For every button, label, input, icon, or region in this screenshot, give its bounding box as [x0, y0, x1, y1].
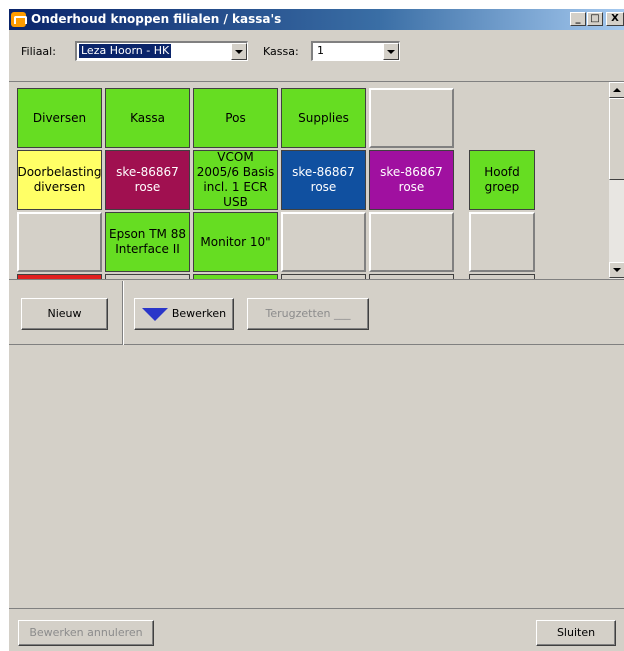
edit-button-label: Bewerken — [171, 307, 227, 320]
grid-button-label: ske-86867 rose — [292, 165, 355, 194]
grid-button[interactable] — [281, 274, 366, 279]
filiaal-label: Filiaal: — [21, 45, 56, 58]
grid-button[interactable] — [17, 212, 102, 272]
chevron-down-icon[interactable] — [231, 43, 247, 60]
kassa-label: Kassa: — [263, 45, 299, 58]
new-button[interactable]: Nieuw — [21, 298, 108, 330]
close-dialog-button[interactable]: Sluiten — [536, 620, 616, 646]
grid-button[interactable]: ske-86867 rose — [105, 150, 190, 210]
scroll-up-icon[interactable] — [609, 82, 624, 98]
detail-panel — [9, 346, 624, 608]
toolbar: Nieuw Bewerken Terugzetten ___ — [9, 281, 624, 345]
reset-button[interactable]: Terugzetten ___ — [247, 298, 369, 330]
grid-button-label: Pos — [225, 110, 246, 125]
grid-button-label: Kassa — [130, 110, 165, 125]
scroll-down-icon[interactable] — [609, 262, 624, 278]
close-button[interactable]: X — [606, 12, 624, 26]
grid-button[interactable]: ske-86867 rose — [369, 150, 454, 210]
grid-button[interactable] — [469, 274, 535, 279]
grid-button[interactable] — [281, 212, 366, 272]
triangle-down-icon — [141, 307, 168, 321]
button-grid-area: Diversen Kassa Pos Supplies Doorbelasting di… — [9, 82, 624, 280]
minimize-button[interactable]: _ — [570, 12, 586, 26]
grid-button[interactable]: ske-86867 rose — [281, 150, 366, 210]
grid-button[interactable] — [193, 274, 278, 279]
window-title: Onderhoud knoppen filialen / kassa's — [31, 12, 282, 26]
grid-button[interactable]: Monitor 10" — [193, 212, 278, 272]
grid-button-label: Hoofd groep — [484, 165, 520, 194]
grid-button[interactable]: VCOM 2005/6 Basis incl. 1 ECR USB — [193, 150, 278, 210]
grid-button-label: ske-86867 rose — [116, 165, 179, 194]
grid-button[interactable] — [369, 212, 454, 272]
footer-bar: Bewerken annuleren Sluiten — [9, 608, 624, 651]
grid-button[interactable]: Hoofd groep — [469, 150, 535, 210]
grid-button[interactable]: Supplies — [281, 88, 366, 148]
grid-button[interactable]: Doorbelasting diversen — [17, 150, 102, 210]
filiaal-value: Leza Hoorn - HK — [77, 43, 173, 59]
cancel-edit-button[interactable]: Bewerken annuleren — [18, 620, 154, 646]
grid-button-label: Doorbelasting diversen — [17, 165, 102, 194]
vertical-scrollbar[interactable] — [609, 82, 624, 279]
grid-button[interactable]: Epson TM 88 Interface II — [105, 212, 190, 272]
button-grid: Diversen Kassa Pos Supplies Doorbelasting di… — [9, 82, 609, 279]
grid-button-label: Supplies — [298, 110, 349, 125]
edit-button[interactable]: Bewerken — [134, 298, 234, 330]
kassa-value: 1 — [317, 44, 324, 57]
grid-button[interactable] — [369, 88, 454, 148]
grid-button[interactable] — [17, 274, 102, 279]
filiaal-select[interactable]: Leza Hoorn - HK — [75, 41, 248, 61]
app-icon — [11, 12, 27, 27]
grid-button[interactable]: Diversen — [17, 88, 102, 148]
grid-button[interactable] — [369, 274, 454, 279]
filter-bar: Filiaal: Leza Hoorn - HK Kassa: 1 — [9, 30, 624, 82]
grid-button-label: Monitor 10" — [200, 234, 271, 249]
grid-button-label: Epson TM 88 Interface II — [109, 227, 186, 256]
toolbar-separator — [122, 281, 124, 345]
main-window: Onderhoud knoppen filialen / kassa's _ □… — [8, 8, 624, 651]
maximize-button[interactable]: □ — [587, 12, 603, 26]
scroll-thumb[interactable] — [609, 98, 624, 180]
grid-button[interactable] — [105, 274, 190, 279]
grid-button[interactable] — [469, 212, 535, 272]
grid-button-label: ske-86867 rose — [380, 165, 443, 194]
kassa-select[interactable]: 1 — [311, 41, 400, 61]
grid-button[interactable]: Pos — [193, 88, 278, 148]
chevron-down-icon[interactable] — [383, 43, 399, 60]
grid-button-label: Diversen — [32, 110, 87, 125]
title-bar[interactable]: Onderhoud knoppen filialen / kassa's _ □… — [9, 9, 624, 30]
grid-button-label: VCOM 2005/6 Basis incl. 1 ECR USB — [196, 150, 275, 209]
grid-button[interactable]: Kassa — [105, 88, 190, 148]
